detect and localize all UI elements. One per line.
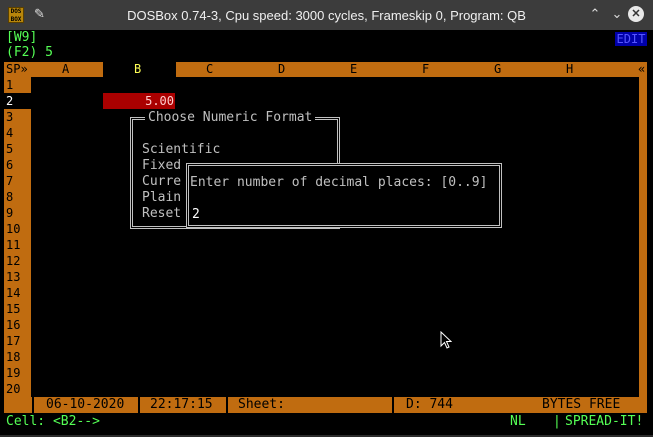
status-divider xyxy=(138,397,140,413)
decimal-places-prompt: Enter number of decimal places: [0..9] xyxy=(190,175,488,190)
column-header-e[interactable]: E xyxy=(350,62,357,77)
row-header[interactable]: 20 xyxy=(6,381,20,397)
cell-indicator: Cell: <B2--> xyxy=(6,414,100,429)
cell-content-line: (F2) 5 xyxy=(6,45,53,60)
format-option-fixed[interactable]: Fixed xyxy=(142,158,181,174)
status-disk-free: D: 744 xyxy=(406,397,453,412)
keep-above-icon[interactable]: ⌃ xyxy=(587,6,603,22)
scroll-marker: « xyxy=(638,62,646,76)
row-header[interactable]: 6 xyxy=(6,157,13,173)
row-header-column: 1 2 3 4 5 6 7 8 9 10 11 12 13 14 15 16 1… xyxy=(4,77,31,397)
status-time: 22:17:15 xyxy=(150,397,213,412)
column-header-f[interactable]: F xyxy=(422,62,429,77)
brand-label: SPREAD-IT! xyxy=(565,414,644,429)
column-header-b[interactable]: B xyxy=(134,62,141,77)
row-header[interactable]: 17 xyxy=(6,333,20,349)
status-bar: 06-10-2020 22:17:15 Sheet: D: 744 BYTES … xyxy=(4,397,647,413)
status-divider xyxy=(392,397,394,413)
row-header[interactable]: 10 xyxy=(6,221,20,237)
format-option-scientific[interactable]: Scientific xyxy=(142,142,220,158)
format-menu-title: Choose Numeric Format xyxy=(145,110,316,126)
format-option-currency[interactable]: Curre xyxy=(142,174,181,190)
corner-label: SP» xyxy=(6,62,28,76)
row-header[interactable]: 9 xyxy=(6,205,13,221)
status-divider xyxy=(226,397,228,413)
column-header-c[interactable]: C xyxy=(206,62,213,77)
column-header-a[interactable]: A xyxy=(62,62,69,77)
dos-screen[interactable]: [W9] (F2) 5 EDIT SP» A B C D E F G H « 1… xyxy=(0,30,653,435)
mouse-pointer-icon xyxy=(440,331,452,349)
row-header[interactable]: 19 xyxy=(6,365,20,381)
row-header[interactable]: 13 xyxy=(6,269,20,285)
row-header[interactable]: 1 xyxy=(6,77,13,93)
row-header[interactable]: 12 xyxy=(6,253,20,269)
row-header[interactable]: 15 xyxy=(6,301,20,317)
row-header[interactable]: 18 xyxy=(6,349,20,365)
row-header-active[interactable]: 2 xyxy=(6,93,13,109)
status-divider xyxy=(32,397,34,413)
status-separator: | xyxy=(553,414,561,429)
right-border-bar xyxy=(639,77,647,397)
column-header-bar: SP» A B C D E F G H « xyxy=(4,62,647,77)
format-option-plain[interactable]: Plain xyxy=(142,190,181,206)
row-header[interactable]: 16 xyxy=(6,317,20,333)
status-sheet-label: Sheet: xyxy=(238,397,285,412)
status-date: 06-10-2020 xyxy=(46,397,125,412)
format-option-reset[interactable]: Reset xyxy=(142,206,181,222)
row-header[interactable]: 7 xyxy=(6,173,13,189)
bottom-status-line: Cell: <B2--> NL | SPREAD-IT! xyxy=(0,413,653,431)
close-icon[interactable]: ✕ xyxy=(628,6,644,22)
column-header-h[interactable]: H xyxy=(566,62,573,77)
decimal-places-input[interactable]: 2 xyxy=(192,207,200,223)
row-header[interactable]: 3 xyxy=(6,109,13,125)
row-header[interactable]: 8 xyxy=(6,189,13,205)
decimal-places-dialog: Enter number of decimal places: [0..9] 2 xyxy=(186,163,502,228)
window-title: DOSBox 0.74-3, Cpu speed: 3000 cycles, F… xyxy=(127,8,526,23)
cell-reference: [W9] xyxy=(6,30,38,45)
row-header[interactable]: 11 xyxy=(6,237,20,253)
numlock-indicator: NL xyxy=(510,414,526,429)
column-header-d[interactable]: D xyxy=(278,62,285,77)
status-bytes-free: BYTES FREE xyxy=(542,397,621,412)
row-header[interactable]: 4 xyxy=(6,125,13,141)
row-header[interactable]: 14 xyxy=(6,285,20,301)
column-header-g[interactable]: G xyxy=(494,62,501,77)
cell-b2[interactable]: 5.00 xyxy=(103,93,175,109)
window-titlebar[interactable]: DOS BOX ✎ DOSBox 0.74-3, Cpu speed: 3000 … xyxy=(0,0,653,30)
row-header[interactable]: 5 xyxy=(6,141,13,157)
minimize-icon[interactable]: ⌄ xyxy=(609,6,625,22)
mode-indicator: EDIT xyxy=(615,32,647,46)
